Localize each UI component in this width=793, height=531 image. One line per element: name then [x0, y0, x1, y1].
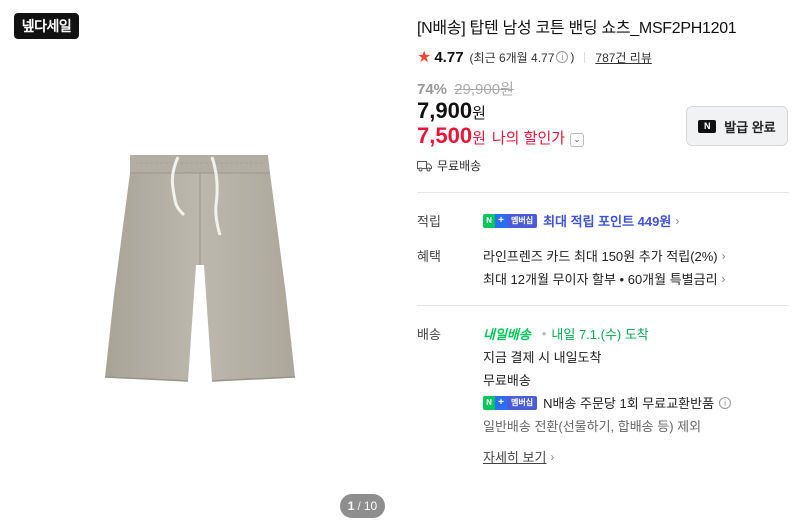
product-image[interactable]	[100, 145, 300, 390]
delivery-line-1: 지금 결제 시 내일도착	[483, 350, 602, 365]
pager-separator: /	[357, 499, 361, 513]
benefit-installment-row[interactable]: 최대 12개월 무이자 할부 • 60개월 특별금리 ›	[483, 269, 726, 288]
delivery-label: 배송	[417, 327, 441, 342]
coupon-issued-button[interactable]: N 발급 완료	[686, 106, 788, 146]
rating-score: 4.77	[434, 48, 464, 66]
product-gallery: 넾다세일 1 / 10	[0, 0, 400, 531]
delivery-line-2: 무료배송	[483, 373, 531, 388]
arrival-date: 내일 7.1.(수) 도착	[551, 327, 649, 342]
chevron-right-icon: ›	[721, 248, 726, 263]
truck-icon	[417, 160, 432, 171]
coupon-icon: N	[698, 119, 717, 133]
divider	[417, 305, 789, 306]
delivery-arrival-row: 내일배송 • 내일 7.1.(수) 도착	[483, 324, 649, 343]
discount-percent: 74%	[417, 81, 448, 98]
points-row[interactable]: N + 멤버십 최대 적립 포인트 449원 ›	[483, 211, 679, 230]
chevron-right-icon: ›	[721, 271, 726, 286]
free-shipping-text: 무료배송	[437, 159, 482, 173]
sale-price: 7,900	[417, 98, 473, 123]
see-more-link[interactable]: 자세히 보기	[483, 447, 546, 466]
dot-separator: •	[541, 326, 547, 341]
delivery-line-4: 일반배송 전환(선물하기, 합배송 등) 제외	[483, 419, 702, 434]
product-info: [N배송] 탑텐 남성 코튼 밴딩 쇼츠_MSF2PH1201 ★ 4.77 (…	[417, 0, 789, 531]
chevron-right-icon: ›	[675, 213, 680, 228]
benefit-label: 혜택	[417, 249, 441, 264]
discount-row: 74% 29,900원	[417, 78, 514, 99]
sale-price-unit: 원	[472, 105, 486, 122]
star-icon: ★	[417, 49, 432, 66]
info-icon[interactable]: i	[719, 396, 732, 409]
product-title: [N배송] 탑텐 남성 코튼 밴딩 쇼츠_MSF2PH1201	[417, 20, 737, 37]
review-count-link[interactable]: 787건 리뷰	[595, 49, 651, 66]
tomorrow-delivery-logo: 내일배송	[483, 327, 531, 342]
delivery-line-3-row: N + 멤버십 N배송 주문당 1회 무료교환반품 i	[483, 393, 733, 412]
image-pager: 1 / 10	[340, 494, 385, 518]
pager-total: 10	[363, 499, 378, 513]
card-benefit-text: 라인프렌즈 카드 최대 150원 추가 적립(2%)	[483, 249, 718, 264]
pager-current: 1	[347, 499, 355, 513]
my-price-unit: 원	[472, 130, 486, 147]
brand-badge: 넾다세일	[14, 13, 79, 39]
my-price-label: 나의 할인가	[491, 130, 566, 147]
installment-text: 최대 12개월 무이자 할부 • 60개월 특별금리	[483, 272, 718, 287]
benefit-card-row[interactable]: 라인프렌즈 카드 최대 150원 추가 적립(2%) ›	[483, 246, 726, 265]
nplus-membership-badge: N + 멤버십	[483, 213, 538, 228]
free-exchange-text: N배송 주문당 1회 무료교환반품	[543, 396, 715, 411]
see-more-row[interactable]: 자세히 보기 ›	[483, 447, 554, 466]
original-price: 29,900원	[454, 81, 514, 98]
nplus-membership-badge: N + 멤버십	[483, 395, 538, 410]
info-icon[interactable]: i	[556, 51, 569, 63]
divider	[417, 192, 789, 193]
max-points-text: 최대 적립 포인트 449원	[543, 214, 672, 229]
points-label: 적립	[417, 214, 441, 229]
my-price: 7,500	[417, 123, 473, 148]
shipping-row: 무료배송	[417, 157, 481, 174]
divider	[584, 51, 586, 63]
my-price-row[interactable]: 7,500 원 나의 할인가 ⌄	[417, 123, 585, 149]
sale-price-row: 7,900원	[417, 98, 486, 124]
chevron-down-icon[interactable]: ⌄	[570, 132, 585, 147]
recent-rating: (최근 6개월 4.77	[469, 50, 555, 65]
coupon-label: 발급 완료	[724, 119, 776, 135]
chevron-right-icon: ›	[550, 449, 555, 464]
recent-rating-close: )	[570, 50, 575, 64]
rating-row: ★ 4.77 (최근 6개월 4.77 i ) 787건 리뷰	[417, 47, 652, 67]
